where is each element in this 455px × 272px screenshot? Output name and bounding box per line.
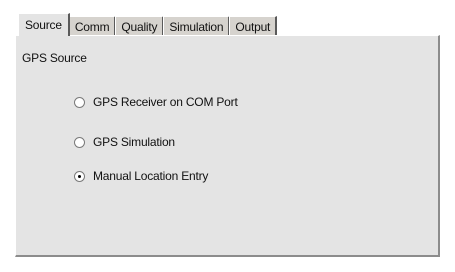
- radio-button-selected[interactable]: [74, 170, 85, 182]
- tab-source[interactable]: Source: [18, 13, 70, 36]
- tab-output[interactable]: Output: [229, 16, 278, 36]
- option-label: GPS Simulation: [93, 135, 175, 149]
- tab-output-label: Output: [235, 19, 271, 34]
- radio-button[interactable]: [74, 96, 85, 108]
- option-gps-receiver-com-port[interactable]: GPS Receiver on COM Port: [74, 95, 238, 109]
- tab-strip: Source Comm Quality Simulation Output: [18, 13, 278, 36]
- tab-comm-label: Comm: [74, 19, 110, 34]
- tab-simulation-label: Simulation: [169, 19, 224, 34]
- source-tab-panel: GPS Source GPS Receiver on COM Port GPS …: [15, 35, 440, 257]
- tab-source-label: Source: [25, 18, 62, 32]
- tab-quality[interactable]: Quality: [115, 16, 165, 36]
- gps-source-label: GPS Source: [22, 51, 87, 65]
- option-gps-simulation[interactable]: GPS Simulation: [74, 135, 175, 149]
- radio-button[interactable]: [74, 136, 85, 148]
- tab-quality-label: Quality: [121, 19, 158, 34]
- tab-simulation[interactable]: Simulation: [163, 16, 231, 36]
- gps-settings-window: Source Comm Quality Simulation Output GP…: [0, 0, 455, 272]
- tab-comm[interactable]: Comm: [68, 16, 117, 36]
- option-manual-location-entry[interactable]: Manual Location Entry: [74, 169, 208, 183]
- option-label: GPS Receiver on COM Port: [93, 95, 238, 109]
- option-label: Manual Location Entry: [93, 169, 209, 183]
